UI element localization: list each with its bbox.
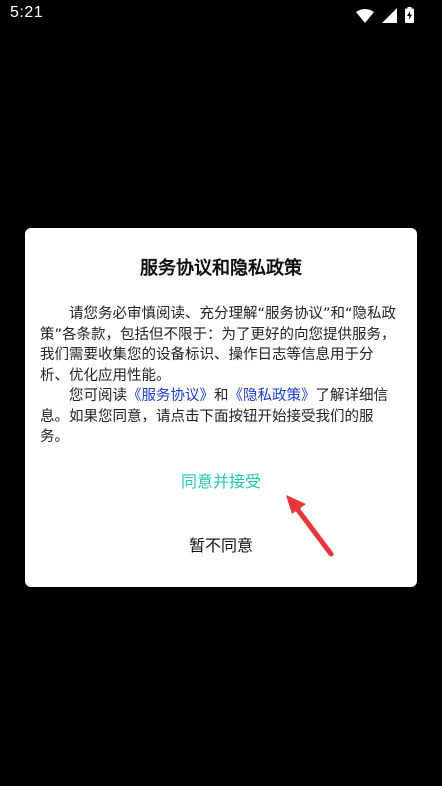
dialog-paragraph-2: 您可阅读《服务协议》和《隐私政策》了解详细信息。如果您同意，请点击下面按钮开始接… [40, 386, 402, 448]
dialog-body: 请您务必审慎阅读、充分理解“服务协议”和“隐私政策”各条款，包括但不限于：为了更… [40, 304, 402, 448]
accept-button[interactable]: 同意并接受 [25, 468, 417, 496]
dialog-title: 服务协议和隐私政策 [140, 258, 302, 279]
wifi-icon [356, 8, 374, 27]
privacy-dialog: 服务协议和隐私政策 请您务必审慎阅读、充分理解“服务协议”和“隐私政策”各条款，… [25, 228, 417, 587]
signal-icon [382, 7, 397, 27]
status-time: 5:21 [10, 4, 44, 21]
screen: 5:21 服务协议和隐私政策 请您务必审慎阅读、充分理解“服务协议”和“隐私政策… [0, 0, 442, 786]
service-agreement-link[interactable]: 《服务协议》 [127, 388, 214, 404]
dialog-paragraph-1: 请您务必审慎阅读、充分理解“服务协议”和“隐私政策”各条款，包括但不限于：为了更… [40, 306, 397, 384]
battery-charging-icon [405, 7, 414, 27]
status-icons [356, 7, 414, 27]
status-bar: 5:21 [0, 0, 442, 30]
and-text: 和 [214, 388, 229, 404]
decline-button[interactable]: 暂不同意 [25, 532, 417, 560]
paragraph-2-lead: 您可阅读 [69, 388, 127, 404]
pointer-arrow-icon [283, 492, 339, 564]
privacy-policy-link[interactable]: 《隐私政策》 [229, 388, 316, 404]
